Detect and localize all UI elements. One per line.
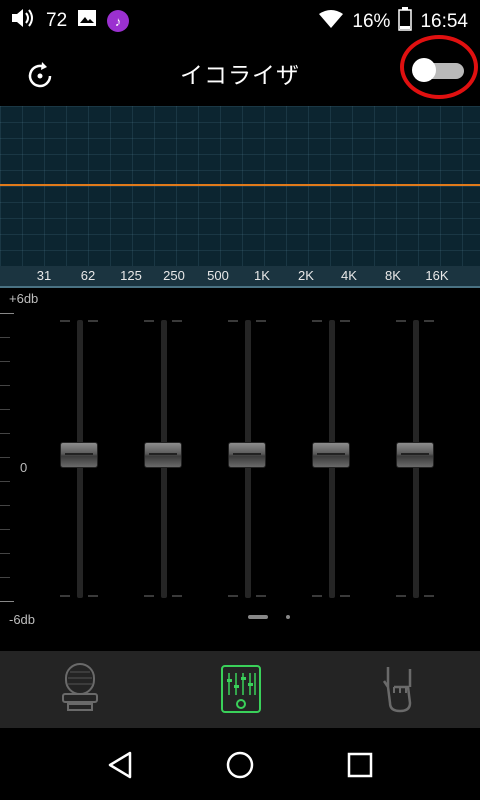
equalizer-icon [221, 665, 261, 713]
slider-end-tick [256, 320, 266, 322]
band-slider[interactable] [60, 320, 100, 600]
band-slider[interactable] [144, 320, 184, 600]
db-tick [0, 481, 10, 482]
gallery-icon [77, 8, 97, 34]
home-button[interactable] [223, 748, 257, 782]
rock-hand-icon [382, 667, 412, 713]
slider-knob[interactable] [312, 442, 350, 468]
slider-knob[interactable] [144, 442, 182, 468]
slider-end-tick [396, 320, 406, 322]
microphone-icon [62, 663, 98, 711]
db-tick [0, 313, 14, 314]
recents-icon [347, 752, 373, 778]
bottom-tabs [0, 651, 480, 728]
back-button[interactable] [104, 748, 138, 782]
slider-end-tick [172, 595, 182, 597]
back-icon [108, 751, 132, 779]
slider-end-tick [60, 595, 70, 597]
slider-end-tick [60, 320, 70, 322]
slider-end-tick [424, 320, 434, 322]
db-max-label: +6db [9, 291, 39, 306]
frequency-label: 1K [254, 268, 270, 283]
frequency-label: 250 [163, 268, 185, 283]
slider-end-tick [312, 320, 322, 322]
db-tick [0, 601, 14, 602]
slider-end-tick [172, 320, 182, 322]
db-tick [0, 433, 10, 434]
frequency-label: 2K [298, 268, 314, 283]
volume-icon [10, 7, 36, 35]
band-slider[interactable] [312, 320, 352, 600]
db-tick [0, 409, 10, 410]
slider-end-tick [144, 320, 154, 322]
system-nav-bar [0, 728, 480, 800]
status-bar: 72 ♪ 16% 16:54 [0, 0, 480, 38]
slider-knob[interactable] [60, 442, 98, 468]
tab-equalizer[interactable] [213, 661, 269, 717]
db-tick [0, 457, 10, 458]
db-tick [0, 577, 10, 578]
battery-icon [398, 7, 413, 37]
band-slider[interactable] [396, 320, 436, 600]
eq-curve [0, 184, 480, 186]
battery-percent: 16% [352, 11, 391, 32]
top-bar: イコライザ [0, 35, 480, 106]
slider-end-tick [88, 595, 98, 597]
db-tick [0, 505, 10, 506]
band-slider[interactable] [228, 320, 268, 600]
clock: 16:54 [420, 11, 468, 32]
toggle-knob [412, 58, 436, 82]
slider-knob[interactable] [228, 442, 266, 468]
db-tick [0, 337, 10, 338]
slider-end-tick [256, 595, 266, 597]
frequency-label: 500 [207, 268, 229, 283]
db-zero-label: 0 [20, 460, 28, 475]
frequency-label: 31 [36, 268, 52, 283]
eq-graph [0, 106, 480, 266]
frequency-axis: 31 62 125 250 500 1K 2K 4K 8K 16K [0, 266, 480, 288]
frequency-label: 8K [385, 268, 401, 283]
db-tick [0, 529, 10, 530]
tab-microphone[interactable] [52, 661, 108, 717]
slider-end-tick [312, 595, 322, 597]
slider-end-tick [340, 595, 350, 597]
db-tick [0, 553, 10, 554]
frequency-label: 125 [120, 268, 142, 283]
slider-end-tick [88, 320, 98, 322]
music-icon: ♪ [107, 10, 130, 32]
pager-dot [286, 615, 290, 619]
slider-end-tick [228, 320, 238, 322]
slider-end-tick [144, 595, 154, 597]
db-tick [0, 385, 10, 386]
pager-dot-active [248, 615, 268, 619]
home-icon [226, 751, 254, 779]
slider-end-tick [396, 595, 406, 597]
slider-knob[interactable] [396, 442, 434, 468]
db-min-label: -6db [9, 612, 36, 627]
db-tick [0, 361, 10, 362]
equalizer-toggle[interactable] [400, 35, 478, 99]
slider-end-tick [340, 320, 350, 322]
frequency-label: 4K [341, 268, 357, 283]
frequency-label: 16K [425, 268, 449, 283]
slider-end-tick [424, 595, 434, 597]
tab-rock[interactable] [372, 661, 428, 717]
wifi-icon [318, 9, 344, 35]
recents-button[interactable] [343, 748, 377, 782]
slider-end-tick [228, 595, 238, 597]
volume-level: 72 [46, 10, 68, 31]
frequency-label: 62 [80, 268, 96, 283]
